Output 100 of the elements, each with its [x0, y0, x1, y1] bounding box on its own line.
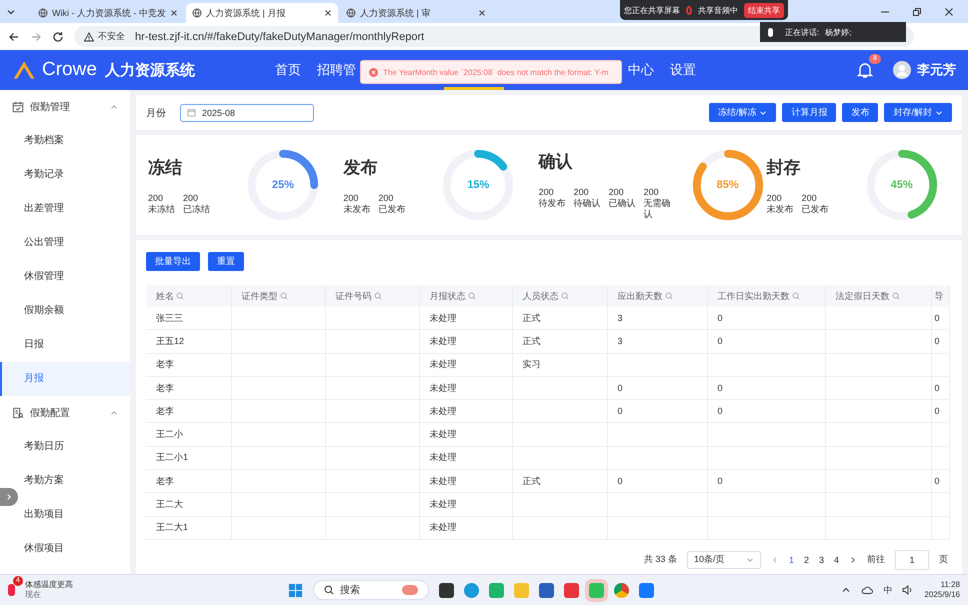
previous-page-icon[interactable] [770, 556, 779, 564]
taskbar-search-field[interactable]: 搜索 [313, 580, 429, 600]
table-cell: 0 [931, 330, 949, 354]
search-icon[interactable] [664, 292, 672, 300]
sidebar-group[interactable]: 假勤管理 [0, 90, 130, 124]
cloud-icon[interactable] [861, 584, 874, 596]
sidebar-group[interactable]: 假勤配置 [0, 396, 130, 430]
search-icon[interactable] [374, 292, 382, 300]
record-icon[interactable] [686, 6, 692, 14]
search-icon [324, 585, 334, 595]
stop-share-button[interactable]: 结束共享 [744, 2, 784, 18]
action-button[interactable]: 封存/解封 [884, 103, 952, 122]
page-number[interactable]: 4 [834, 554, 839, 565]
action-button[interactable]: 计算月报 [782, 103, 836, 122]
sidebar-item[interactable]: 休假管理 [20, 260, 130, 294]
page-size-select[interactable]: 10条/页 [686, 550, 761, 569]
reload-icon[interactable] [52, 30, 64, 42]
table-cell: 0 [607, 470, 707, 493]
close-icon [170, 9, 178, 17]
browser-tab[interactable]: 人力资源系统 | 审 [340, 3, 492, 23]
column-header[interactable]: 工作日实出勤天数 [707, 285, 825, 307]
browser-icon[interactable] [464, 582, 479, 598]
table-cell: 3 [607, 330, 707, 354]
expand-button[interactable] [0, 488, 18, 506]
table-cell: 实习 [512, 353, 607, 376]
thermometer-icon[interactable] [8, 584, 15, 596]
clock-date[interactable]: 2025/9/16 [924, 590, 960, 600]
total-count: 共 33 条 [644, 553, 677, 566]
page-number[interactable]: 3 [818, 554, 824, 565]
document-icon[interactable] [539, 582, 554, 598]
sidebar-item[interactable]: 考勤记录 [20, 158, 130, 192]
sidebar-item[interactable]: 日报 [20, 328, 130, 362]
page-unit: 页 [939, 553, 948, 566]
page-number[interactable]: 2 [804, 554, 809, 565]
chevron-right-icon [5, 493, 13, 501]
table-cell: 王二小 [146, 422, 231, 446]
nav-item[interactable]: 首页 [266, 50, 309, 90]
column-header[interactable]: 导 [931, 285, 949, 307]
sidebar-item[interactable]: 月报 [0, 362, 130, 396]
column-header[interactable]: 证件号码 [325, 285, 419, 307]
search-icon[interactable] [176, 292, 184, 300]
app-icon[interactable] [639, 582, 654, 598]
bag-icon[interactable] [489, 582, 504, 598]
globe-icon [192, 8, 202, 18]
user-name[interactable]: 李元芳 [917, 61, 956, 79]
column-header[interactable]: 应出勤天数 [607, 285, 707, 307]
table-cell: 王二大1 [146, 516, 231, 540]
search-icon[interactable] [468, 292, 476, 300]
table-cell: 3 [607, 307, 707, 330]
table-cell: 老李 [146, 470, 231, 493]
action-button[interactable]: 冻结/解冻 [708, 103, 776, 122]
back-icon[interactable] [8, 30, 20, 42]
column-header[interactable]: 月报状态 [419, 285, 512, 307]
column-header[interactable]: 人员状态 [512, 285, 607, 307]
sidebar-item[interactable]: 出差管理 [20, 192, 130, 226]
stat-title: 确认 [538, 151, 574, 174]
search-icon[interactable] [280, 292, 288, 300]
sidebar-item[interactable]: 考勤日历 [20, 430, 130, 464]
stat-count: 200 已发布 [378, 192, 406, 214]
goto-page-field[interactable]: 1 [895, 550, 929, 570]
weather-title: 体感温度更高 [25, 580, 73, 590]
windows-icon[interactable] [288, 582, 303, 598]
search-icon[interactable] [560, 292, 568, 300]
share-audio: 共享音频中 [698, 4, 738, 16]
next-page-icon[interactable] [849, 556, 857, 564]
sidebar-item[interactable]: 休假项目 [20, 532, 130, 566]
speaker-name: 杨梦婷; [825, 26, 852, 38]
ime-indicator[interactable]: 中 [883, 584, 892, 596]
search-icon[interactable] [792, 292, 800, 300]
close-icon[interactable] [944, 6, 954, 16]
month-field[interactable]: 2025-08 [180, 104, 314, 122]
app-icon[interactable] [564, 582, 579, 598]
clock-time[interactable]: 11:28 [940, 580, 960, 590]
search-icon[interactable] [892, 292, 900, 300]
sidebar-item[interactable]: 出勤项目 [20, 498, 130, 532]
avatar-icon[interactable] [893, 61, 911, 79]
page-number[interactable]: 1 [788, 554, 794, 565]
table-action-button[interactable]: 批量导出 [146, 252, 200, 271]
stat-count: 200 待确认 [574, 187, 601, 210]
sidebar-item[interactable]: 公出管理 [20, 226, 130, 260]
chevron-up-icon [110, 409, 118, 417]
column-header[interactable]: 姓名 [146, 285, 231, 307]
column-header[interactable]: 证件类型 [231, 285, 325, 307]
forward-icon[interactable] [30, 30, 42, 42]
task-view-icon[interactable] [439, 582, 454, 598]
nav-item[interactable]: 设置 [662, 50, 704, 90]
nav-item[interactable]: 中心 [620, 50, 662, 90]
sidebar-item[interactable]: 考勤档案 [20, 124, 130, 158]
nav-item[interactable]: 招聘管 [308, 50, 364, 90]
browser-tab[interactable]: Wiki - 人力资源系统 - 中竞发 [32, 3, 184, 23]
browser-icon[interactable] [614, 582, 629, 598]
restore-icon[interactable] [912, 6, 922, 16]
column-header[interactable]: 法定假日天数 [825, 285, 931, 307]
action-button[interactable]: 发布 [842, 103, 878, 122]
table-action-button[interactable]: 重置 [208, 252, 244, 271]
sidebar-item[interactable]: 假期余额 [20, 294, 130, 328]
table-cell: 0 [707, 376, 825, 400]
browser-tab[interactable]: 人力资源系统 | 月报 [186, 3, 338, 23]
sidebar-item[interactable]: 考勤方案 [20, 464, 130, 498]
table-cell: 王五12 [146, 330, 231, 354]
